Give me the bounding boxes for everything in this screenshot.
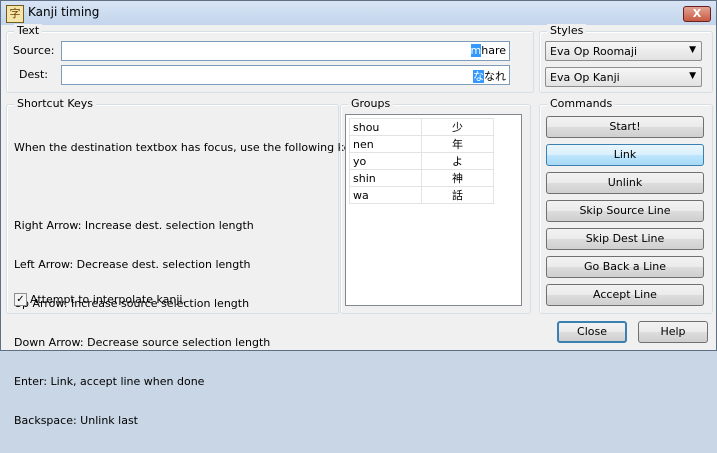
go-back-line-button[interactable]: Go Back a Line bbox=[546, 256, 704, 278]
shortcut-line: Down Arrow: Decrease source selection le… bbox=[14, 336, 271, 349]
groups-label: Groups bbox=[348, 97, 394, 110]
group-dest-cell: 少 bbox=[421, 118, 494, 136]
source-textbox-value: mhare bbox=[470, 44, 506, 57]
table-row[interactable]: shou 少 bbox=[349, 118, 494, 136]
table-row[interactable]: yo よ bbox=[349, 152, 494, 170]
shortcut-line: When the destination textbox has focus, … bbox=[14, 141, 367, 154]
dest-style-select[interactable]: Eva Op Kanji ▼ bbox=[545, 67, 702, 87]
group-dest-cell: 神 bbox=[421, 169, 494, 187]
group-source-cell: wa bbox=[349, 186, 422, 204]
source-remaining: hare bbox=[481, 44, 506, 57]
groups-table: shou 少 nen 年 yo よ shin 神 wa 話 bbox=[349, 118, 494, 204]
table-row[interactable]: shin 神 bbox=[349, 169, 494, 187]
kanji-timing-window: 字 Kanji timing X Text Source: mhare Dest… bbox=[0, 0, 717, 427]
title-bar[interactable]: 字 Kanji timing X bbox=[1, 1, 716, 25]
group-source-cell: yo bbox=[349, 152, 422, 170]
shortcut-line: Backspace: Unlink last bbox=[14, 414, 138, 427]
group-source-cell: shou bbox=[349, 118, 422, 136]
shortcut-keys-label: Shortcut Keys bbox=[14, 97, 97, 110]
unlink-button[interactable]: Unlink bbox=[546, 172, 704, 194]
dest-remaining: なれ bbox=[484, 70, 506, 83]
close-button[interactable]: Close bbox=[557, 321, 627, 343]
dest-style-value: Eva Op Kanji bbox=[550, 71, 620, 84]
group-dest-cell: よ bbox=[421, 152, 494, 170]
chevron-down-icon: ▼ bbox=[689, 71, 696, 81]
source-style-select[interactable]: Eva Op Roomaji ▼ bbox=[545, 41, 702, 61]
help-button[interactable]: Help bbox=[638, 321, 708, 343]
styles-group-label: Styles bbox=[547, 24, 587, 37]
link-button[interactable]: Link bbox=[546, 144, 704, 166]
shortcut-line: Right Arrow: Increase dest. selection le… bbox=[14, 219, 254, 232]
table-row[interactable]: wa 話 bbox=[349, 186, 494, 204]
chevron-down-icon: ▼ bbox=[689, 45, 696, 55]
shortcut-line: Enter: Link, accept line when done bbox=[14, 375, 205, 388]
shortcut-line: ​ bbox=[14, 180, 366, 193]
group-dest-cell: 年 bbox=[421, 135, 494, 153]
dest-textbox[interactable]: ななれ bbox=[61, 65, 510, 85]
text-group-label: Text bbox=[14, 24, 43, 37]
interpolate-label[interactable]: Attempt to interpolate kanji. bbox=[30, 293, 186, 306]
dest-selection: な bbox=[473, 70, 484, 83]
start-button[interactable]: Start! bbox=[546, 116, 704, 138]
groups-list[interactable]: shou 少 nen 年 yo よ shin 神 wa 話 bbox=[345, 114, 522, 306]
accept-line-button[interactable]: Accept Line bbox=[546, 284, 704, 306]
shortcut-keys-text: When the destination textbox has focus, … bbox=[14, 115, 366, 453]
skip-dest-line-button[interactable]: Skip Dest Line bbox=[546, 228, 704, 250]
interpolate-checkbox[interactable]: ✓ bbox=[14, 293, 27, 306]
source-style-value: Eva Op Roomaji bbox=[550, 45, 638, 58]
source-selection: m bbox=[470, 44, 482, 57]
shortcut-line: Left Arrow: Decrease dest. selection len… bbox=[14, 258, 251, 271]
kanji-app-icon: 字 bbox=[6, 5, 24, 23]
source-textbox[interactable]: mhare bbox=[61, 41, 510, 61]
commands-label: Commands bbox=[547, 97, 616, 110]
skip-source-line-button[interactable]: Skip Source Line bbox=[546, 200, 704, 222]
dest-textbox-value: ななれ bbox=[473, 68, 506, 84]
group-source-cell: shin bbox=[349, 169, 422, 187]
group-dest-cell: 話 bbox=[421, 186, 494, 204]
table-row[interactable]: nen 年 bbox=[349, 135, 494, 153]
source-label: Source: bbox=[13, 44, 55, 57]
close-window-button[interactable]: X bbox=[683, 6, 711, 22]
checkmark-icon: ✓ bbox=[16, 294, 25, 305]
dest-label: Dest: bbox=[19, 68, 48, 81]
window-title: Kanji timing bbox=[28, 5, 100, 19]
group-source-cell: nen bbox=[349, 135, 422, 153]
